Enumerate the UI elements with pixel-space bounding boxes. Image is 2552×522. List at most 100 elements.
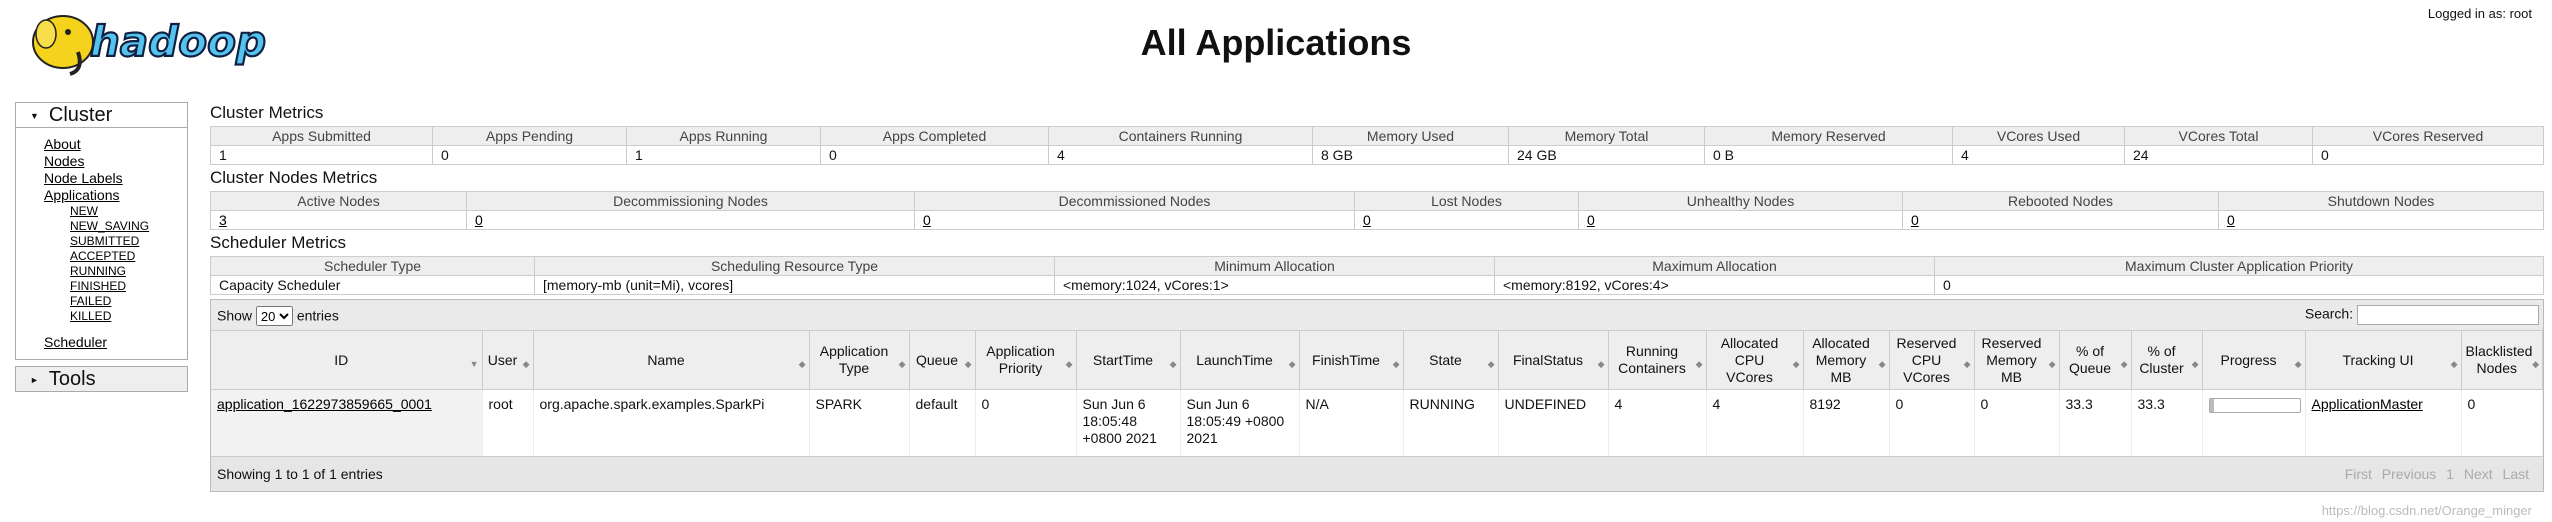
tracking-ui-link[interactable]: ApplicationMaster [2312, 396, 2423, 412]
metric-header: VCores Total [2124, 126, 2313, 146]
metric-header: Memory Used [1312, 126, 1509, 146]
cell-priority: 0 [975, 389, 1077, 456]
column-header-id[interactable]: ID ▼ [211, 331, 483, 390]
cluster-metrics-title: Cluster Metrics [210, 103, 324, 122]
metric-value: 8 GB [1312, 145, 1509, 165]
rebooted-nodes-link[interactable]: 0 [1911, 212, 1919, 228]
cell-final-status: UNDEFINED [1498, 389, 1609, 456]
scheduler-metrics-table: Scheduler Type Scheduling Resource Type … [210, 256, 2544, 295]
application-id-link[interactable]: application_1622973859665_0001 [217, 396, 432, 412]
column-header-progress[interactable]: Progress ◆ [2202, 331, 2306, 390]
metric-value: 24 [2124, 145, 2313, 165]
unhealthy-nodes-link[interactable]: 0 [1587, 212, 1595, 228]
cluster-metrics-table: Apps Submitted Apps Pending Apps Running… [210, 126, 2544, 165]
pager-last[interactable]: Last [2503, 466, 2529, 482]
column-header-reserved-vcores[interactable]: Reserved CPU VCores ◆ [1889, 331, 1975, 390]
showing-entries-text: Showing 1 to 1 of 1 entries [217, 466, 383, 482]
pager-next[interactable]: Next [2464, 466, 2493, 482]
column-header-tracking-ui[interactable]: Tracking UI ◆ [2305, 331, 2462, 390]
node-metric-header: Lost Nodes [1354, 191, 1579, 211]
state-link-accepted[interactable]: ACCEPTED [70, 249, 187, 264]
column-label: Reserved Memory MB [1981, 334, 2042, 385]
column-label: Allocated Memory MB [1812, 334, 1870, 385]
state-link-new[interactable]: NEW [70, 204, 187, 219]
column-label: FinishTime [1312, 351, 1380, 368]
metric-header: Apps Pending [432, 126, 627, 146]
column-label: % of Queue [2068, 343, 2112, 376]
pager-page-1[interactable]: 1 [2446, 466, 2454, 482]
sort-icon: ◆ [2048, 359, 2056, 369]
triangle-down-icon: ▼ [30, 110, 39, 121]
metric-header: Containers Running [1048, 126, 1313, 146]
metric-header: Memory Total [1508, 126, 1705, 146]
column-header-running-containers[interactable]: Running Containers ◆ [1608, 331, 1707, 390]
sidebar-link-scheduler[interactable]: Scheduler [44, 334, 187, 351]
cell-finish-time: N/A [1299, 389, 1404, 456]
state-link-killed[interactable]: KILLED [70, 309, 187, 324]
sort-icon: ◆ [1487, 359, 1495, 369]
scheduler-metric-header: Maximum Cluster Application Priority [1934, 256, 2544, 276]
cluster-label: Cluster [48, 104, 113, 126]
state-link-submitted[interactable]: SUBMITTED [70, 234, 187, 249]
search-input[interactable] [2357, 305, 2539, 325]
state-link-failed[interactable]: FAILED [70, 294, 187, 309]
column-header-blacklisted[interactable]: Blacklisted Nodes ◆ [2461, 331, 2543, 390]
column-header-pct-queue[interactable]: % of Queue ◆ [2059, 331, 2132, 390]
column-header-alloc-memory[interactable]: Allocated Memory MB ◆ [1803, 331, 1890, 390]
sidebar-link-node-labels[interactable]: Node Labels [44, 170, 187, 187]
scheduler-metric-value: <memory:1024, vCores:1> [1054, 275, 1495, 295]
scheduler-metrics-title: Scheduler Metrics [210, 233, 347, 252]
sidebar-link-about[interactable]: About [44, 136, 187, 153]
main-content: Cluster Metrics Apps Submitted Apps Pend… [210, 100, 2544, 492]
sidebar-link-applications[interactable]: Applications [44, 187, 187, 204]
column-header-start-time[interactable]: StartTime ◆ [1076, 331, 1181, 390]
state-link-new-saving[interactable]: NEW_SAVING [70, 219, 187, 234]
sort-icon: ◆ [1392, 359, 1400, 369]
column-label: State [1429, 351, 1462, 368]
column-label: User [487, 351, 518, 368]
column-header-priority[interactable]: Application Priority ◆ [975, 331, 1077, 390]
app-state-list: NEW NEW_SAVING SUBMITTED ACCEPTED RUNNIN… [44, 204, 187, 324]
column-header-state[interactable]: State ◆ [1403, 331, 1499, 390]
sort-icon: ◆ [1695, 359, 1703, 369]
state-link-running[interactable]: RUNNING [70, 264, 187, 279]
pager-previous[interactable]: Previous [2382, 466, 2436, 482]
login-status: Logged in as: root [2427, 6, 2532, 21]
scheduler-metric-value: Capacity Scheduler [210, 275, 535, 295]
column-header-queue[interactable]: Queue ◆ [909, 331, 976, 390]
shutdown-nodes-link[interactable]: 0 [2227, 212, 2235, 228]
column-header-final-status[interactable]: FinalStatus ◆ [1498, 331, 1609, 390]
sort-icon: ◆ [1597, 359, 1605, 369]
cluster-panel-header[interactable]: ▼ Cluster [16, 103, 187, 128]
decommissioning-nodes-link[interactable]: 0 [475, 212, 483, 228]
cell-user: root [482, 389, 534, 456]
metric-header: VCores Reserved [2312, 126, 2544, 146]
pagination: First Previous 1 Next Last [2345, 466, 2529, 482]
lost-nodes-link[interactable]: 0 [1363, 212, 1371, 228]
sort-icon: ◆ [1963, 359, 1971, 369]
column-header-type[interactable]: Application Type ◆ [809, 331, 910, 390]
cell-blacklisted: 0 [2461, 389, 2543, 456]
decommissioned-nodes-link[interactable]: 0 [923, 212, 931, 228]
column-header-name[interactable]: Name ◆ [533, 331, 810, 390]
applications-table: ID ▼ User ◆ Name ◆ Application Type ◆ Queue ◆… [211, 331, 2543, 456]
column-header-finish-time[interactable]: FinishTime ◆ [1299, 331, 1404, 390]
column-header-pct-cluster[interactable]: % of Cluster ◆ [2131, 331, 2203, 390]
sidebar-link-nodes[interactable]: Nodes [44, 153, 187, 170]
scheduler-metric-header: Scheduling Resource Type [534, 256, 1055, 276]
pager-first[interactable]: First [2345, 466, 2372, 482]
column-header-launch-time[interactable]: LaunchTime ◆ [1180, 331, 1300, 390]
active-nodes-link[interactable]: 3 [219, 212, 227, 228]
column-header-alloc-vcores[interactable]: Allocated CPU VCores ◆ [1706, 331, 1804, 390]
column-header-reserved-memory[interactable]: Reserved Memory MB ◆ [1974, 331, 2060, 390]
state-link-finished[interactable]: FINISHED [70, 279, 187, 294]
triangle-right-icon: ► [30, 374, 39, 385]
entries-label: entries [296, 307, 339, 324]
column-label: Reserved CPU VCores [1896, 334, 1957, 385]
metric-header: Apps Running [626, 126, 821, 146]
column-label: Allocated CPU VCores [1720, 334, 1779, 385]
column-header-user[interactable]: User ◆ [482, 331, 534, 390]
page-size-select[interactable]: 20 [255, 306, 293, 326]
watermark-text: https://blog.csdn.net/Orange_minger [2321, 503, 2532, 518]
tools-panel-header[interactable]: ► Tools [16, 367, 187, 391]
